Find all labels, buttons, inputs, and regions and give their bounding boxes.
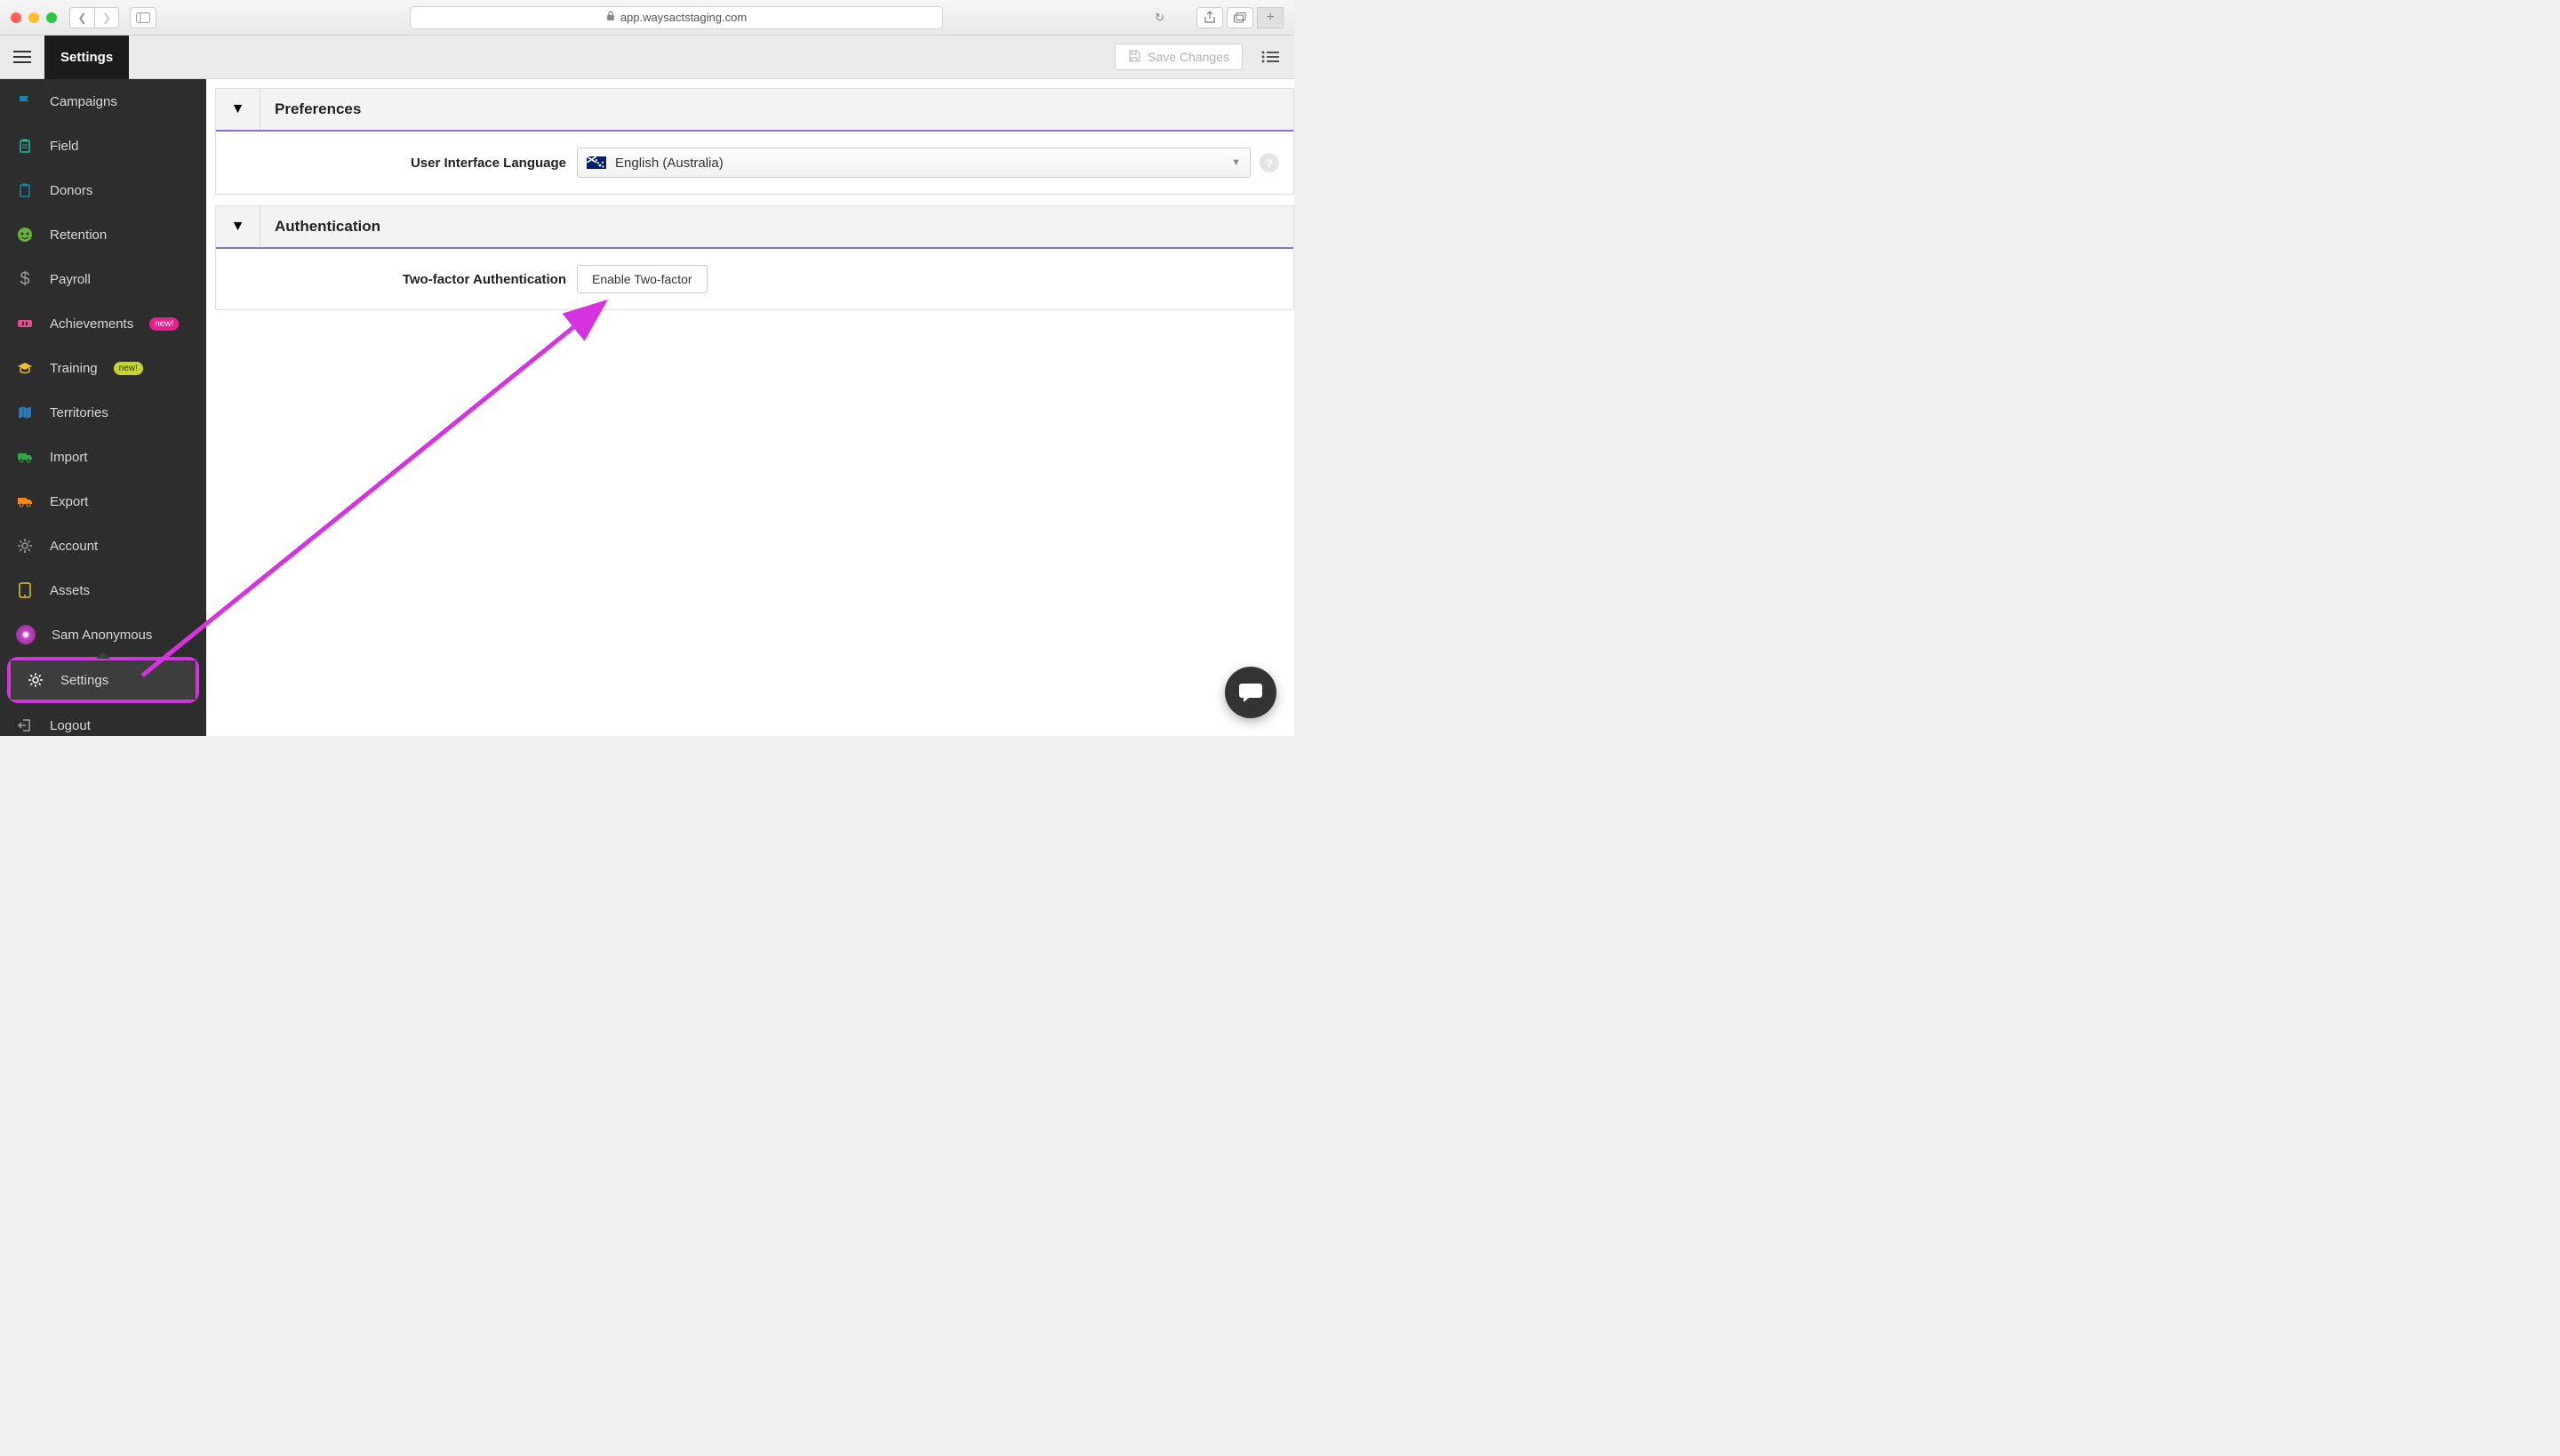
preferences-header[interactable]: ▼ Preferences [216, 89, 1293, 132]
gear-icon [16, 537, 34, 555]
clipboard-icon [16, 181, 34, 199]
clipboard-icon [16, 137, 34, 155]
sidebar-item-logout[interactable]: Logout [0, 703, 206, 736]
help-icon[interactable]: ? [1260, 153, 1279, 172]
flag-icon [16, 92, 34, 110]
chevron-down-icon: ▼ [231, 219, 245, 235]
new-tab-button[interactable]: + [1257, 7, 1284, 28]
chevron-down-icon: ▼ [1231, 157, 1241, 168]
logout-icon [16, 716, 34, 734]
language-row: User Interface Language English (Austral… [216, 142, 1293, 183]
truck-icon [16, 448, 34, 466]
panel-title: Preferences [260, 100, 361, 118]
close-window-icon[interactable] [11, 12, 21, 23]
content-area: ▼ Preferences User Interface Language En… [206, 79, 1294, 736]
truck-icon [16, 492, 34, 510]
sidebar-item-retention[interactable]: Retention [0, 212, 206, 257]
avatar-icon [16, 625, 36, 644]
tablet-icon [16, 581, 34, 599]
authentication-panel: ▼ Authentication Two-factor Authenticati… [215, 205, 1294, 310]
map-icon [16, 404, 34, 421]
sidebar-item-account[interactable]: Account [0, 524, 206, 568]
twofa-label: Two-factor Authentication [230, 272, 577, 287]
sidebar-item-training[interactable]: Training new! [0, 346, 206, 390]
preferences-panel: ▼ Preferences User Interface Language En… [215, 88, 1294, 195]
sidebar-item-import[interactable]: Import [0, 435, 206, 479]
annotation-highlight: Settings [7, 657, 199, 703]
sidebar-item-user[interactable]: Sam Anonymous [0, 612, 206, 657]
maximize-window-icon[interactable] [46, 12, 57, 23]
dollar-icon: $ [16, 270, 34, 288]
url-bar[interactable]: app.waysactstaging.com ↻ [410, 6, 943, 29]
language-select[interactable]: English (Australia) ▼ [577, 148, 1251, 178]
back-button[interactable]: ❮ [69, 7, 94, 28]
lock-icon [606, 11, 615, 24]
sidebar-item-field[interactable]: Field [0, 124, 206, 168]
save-icon [1128, 50, 1140, 65]
graduation-icon [16, 359, 34, 377]
window-controls [11, 12, 57, 23]
chat-icon [1238, 681, 1263, 704]
collapse-button[interactable]: ▼ [216, 206, 260, 247]
save-button[interactable]: Save Changes [1115, 44, 1243, 70]
url-text: app.waysactstaging.com [620, 11, 747, 24]
reload-icon[interactable]: ↻ [1155, 11, 1164, 25]
new-badge: new! [149, 317, 179, 331]
sidebar-item-assets[interactable]: Assets [0, 568, 206, 612]
gear-icon [27, 671, 44, 689]
collapse-button[interactable]: ▼ [216, 89, 260, 130]
panel-title: Authentication [260, 218, 380, 236]
chat-button[interactable] [1225, 667, 1276, 718]
language-label: User Interface Language [230, 156, 577, 171]
sidebar-item-donors[interactable]: Donors [0, 168, 206, 212]
forward-button[interactable]: ❯ [94, 7, 119, 28]
sidebar: Campaigns Field Donors Retention $ Payro… [0, 79, 206, 736]
chevron-down-icon: ▼ [231, 101, 245, 117]
new-badge: new! [114, 362, 143, 375]
nav-buttons: ❮ ❯ [69, 7, 119, 28]
minimize-window-icon[interactable] [28, 12, 39, 23]
flag-au-icon [587, 156, 606, 169]
authentication-header[interactable]: ▼ Authentication [216, 206, 1293, 249]
sidebar-item-campaigns[interactable]: Campaigns [0, 79, 206, 124]
sidebar-item-settings[interactable]: Settings [11, 660, 196, 700]
sidebar-item-export[interactable]: Export [0, 479, 206, 524]
menu-button[interactable] [0, 36, 44, 79]
tab-settings[interactable]: Settings [44, 36, 129, 79]
face-icon [16, 226, 34, 244]
sidebar-item-territories[interactable]: Territories [0, 390, 206, 435]
twofa-row: Two-factor Authentication Enable Two-fac… [216, 260, 1293, 299]
sidebar-item-achievements[interactable]: Achievements new! [0, 301, 206, 346]
share-button[interactable] [1196, 7, 1223, 28]
sidebar-item-payroll[interactable]: $ Payroll [0, 257, 206, 301]
app-topbar: Settings Save Changes [0, 36, 1294, 79]
sidebar-toggle-button[interactable] [130, 7, 156, 28]
enable-twofa-button[interactable]: Enable Two-factor [577, 265, 708, 293]
tabs-button[interactable] [1227, 7, 1253, 28]
browser-chrome: ❮ ❯ app.waysactstaging.com ↻ + [0, 0, 1294, 36]
badge-icon [16, 315, 34, 332]
list-view-button[interactable] [1255, 42, 1285, 72]
